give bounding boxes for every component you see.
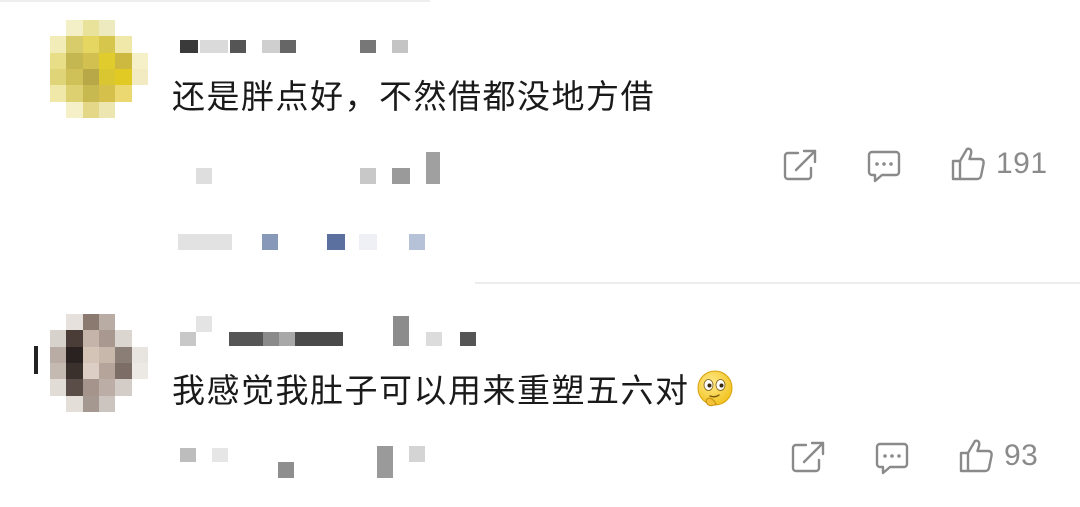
comment-text: 我感觉我肚子可以用来重塑五六对 [172,368,736,414]
link-redacted[interactable] [262,234,278,250]
reply-button[interactable] [874,440,910,476]
share-button[interactable] [790,440,826,474]
meta-redacted [278,462,294,478]
thumbs-up-icon [958,437,994,475]
link-redacted[interactable] [409,234,425,250]
meta-redacted [212,448,228,462]
avatar-edge [34,346,38,374]
comment-text-body: 我感觉我肚子可以用来重塑五六对 [172,371,690,410]
comment-item: 我感觉我肚子可以用来重塑五六对 93 [0,0,1080,478]
username-redacted [393,316,409,346]
share-icon [790,440,826,474]
comment-bubble-icon [874,440,910,476]
meta-redacted [377,446,393,478]
like-button[interactable]: 93 [958,437,1038,475]
username-redacted [279,332,295,346]
like-count: 93 [1004,439,1039,472]
username-redacted [196,316,212,332]
smirk-face-emoji [694,368,736,410]
username-redacted[interactable] [180,332,196,346]
meta-redacted [178,234,232,250]
avatar[interactable] [50,314,148,412]
meta-redacted [180,448,196,462]
username-redacted [263,332,279,346]
comment-divider [475,282,1080,284]
link-redacted [359,234,377,250]
username-redacted [426,332,442,346]
username-redacted [460,332,476,346]
username-redacted [229,332,263,346]
meta-redacted [409,446,425,462]
username-redacted [295,332,343,346]
link-redacted[interactable] [327,234,345,250]
